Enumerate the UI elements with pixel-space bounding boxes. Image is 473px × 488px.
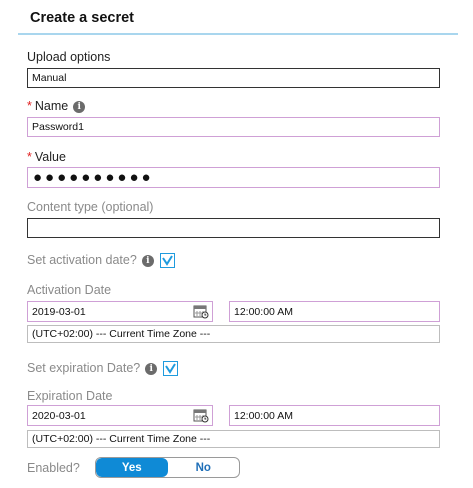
activation-timezone[interactable]: (UTC+02:00) --- Current Time Zone ---: [27, 325, 440, 343]
activation-date-label: Activation Date: [27, 283, 112, 297]
value-password-input[interactable]: ●●●●●●●●●●: [27, 167, 440, 188]
value-label-row: * Value: [27, 150, 66, 164]
activation-timezone-value: (UTC+02:00) --- Current Time Zone ---: [32, 328, 211, 340]
activation-date-value: 2019-03-01: [32, 305, 86, 318]
enabled-no-option[interactable]: No: [168, 458, 240, 477]
activation-checkbox[interactable]: [159, 253, 175, 269]
expiration-timezone-value: (UTC+02:00) --- Current Time Zone ---: [32, 433, 211, 445]
required-mark: *: [27, 99, 32, 113]
enabled-label: Enabled?: [27, 461, 80, 475]
activation-time-value: 12:00:00 AM: [234, 305, 293, 318]
calendar-icon[interactable]: [193, 304, 209, 322]
info-icon[interactable]: i: [73, 100, 86, 113]
expiration-date-value: 2020-03-01: [32, 409, 86, 422]
activation-toggle-label: Set activation date?: [27, 253, 137, 267]
info-icon[interactable]: i: [145, 362, 158, 375]
upload-options-value: Manual: [32, 72, 67, 84]
expiration-date-input[interactable]: 2020-03-01: [27, 405, 213, 426]
upload-options-select[interactable]: Manual: [27, 68, 440, 88]
enabled-toggle: Yes No: [95, 457, 240, 478]
activation-toggle-row: Set activation date? i: [27, 253, 175, 269]
checkmark-icon: [165, 363, 177, 375]
header-divider: [18, 33, 458, 35]
page-title: Create a secret: [30, 10, 134, 26]
required-mark: *: [27, 150, 32, 164]
password-mask: ●●●●●●●●●●: [33, 169, 154, 186]
content-type-label: Content type (optional): [27, 200, 154, 214]
enabled-yes-option[interactable]: Yes: [96, 458, 168, 477]
name-label: Name: [34, 99, 69, 113]
expiration-date-label: Expiration Date: [27, 389, 113, 403]
expiration-time-input[interactable]: 12:00:00 AM: [229, 405, 440, 426]
expiration-toggle-label: Set expiration Date?: [27, 361, 141, 375]
name-value: Password1: [32, 121, 84, 133]
name-input[interactable]: Password1: [27, 117, 440, 137]
checkmark-icon: [161, 255, 173, 267]
expiration-checkbox[interactable]: [163, 361, 179, 377]
calendar-icon[interactable]: [193, 408, 209, 426]
value-label: Value: [34, 150, 66, 164]
expiration-time-value: 12:00:00 AM: [234, 409, 293, 422]
expiration-toggle-row: Set expiration Date? i: [27, 361, 179, 377]
activation-date-input[interactable]: 2019-03-01: [27, 301, 213, 322]
upload-options-label: Upload options: [27, 50, 111, 64]
info-icon[interactable]: i: [141, 254, 154, 267]
content-type-input[interactable]: [27, 218, 440, 238]
activation-time-input[interactable]: 12:00:00 AM: [229, 301, 440, 322]
name-label-row: * Name i: [27, 99, 86, 113]
expiration-timezone[interactable]: (UTC+02:00) --- Current Time Zone ---: [27, 430, 440, 448]
